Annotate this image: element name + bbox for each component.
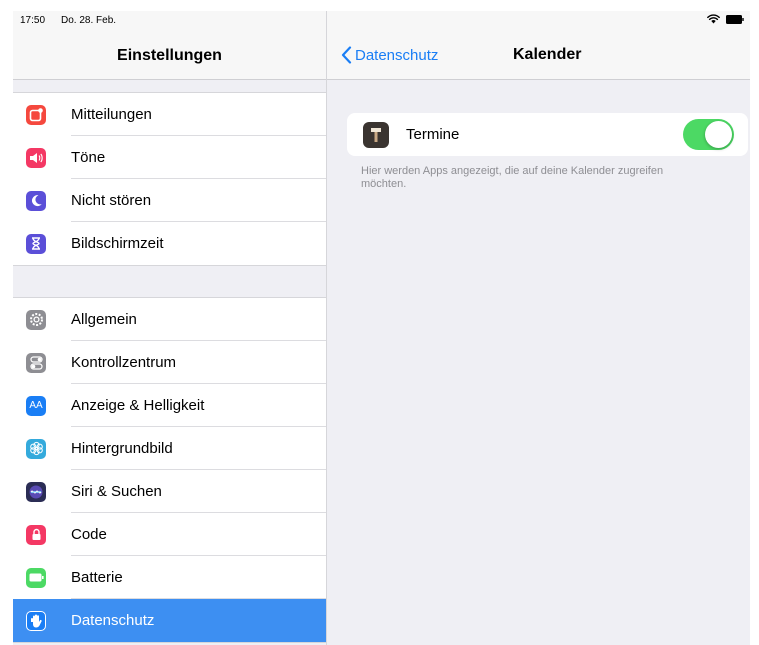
- sidebar-item-toene[interactable]: Töne: [13, 136, 326, 179]
- battery-icon: [26, 567, 46, 588]
- switches-icon: [26, 352, 46, 373]
- sidebar-item-datenschutz[interactable]: Datenschutz: [13, 599, 326, 642]
- sidebar-item-mitteilungen[interactable]: Mitteilungen: [13, 93, 326, 136]
- back-button[interactable]: Datenschutz: [341, 46, 438, 64]
- app-row-termine[interactable]: Termine: [347, 113, 748, 156]
- status-bar: 17:50 Do. 28. Feb.: [13, 11, 750, 29]
- notifications-icon: [26, 104, 46, 125]
- sidebar-item-nicht-stoeren[interactable]: Nicht stören: [13, 179, 326, 222]
- page-title: Kalender: [513, 46, 582, 63]
- sidebar-item-label: Batterie: [71, 569, 123, 586]
- back-button-label: Datenschutz: [355, 46, 439, 64]
- display-icon: AA: [26, 395, 46, 416]
- sidebar-item-bildschirmzeit[interactable]: Bildschirmzeit: [13, 222, 326, 265]
- sidebar-item-siri-suchen[interactable]: Siri & Suchen: [13, 470, 326, 513]
- sidebar-item-label: Kontrollzentrum: [71, 354, 177, 371]
- battery-status-icon: [726, 14, 744, 24]
- settings-group-1: Mitteilungen Töne Nicht stören Bildschir…: [13, 92, 326, 266]
- detail-pane: Datenschutz Kalender Termine Hier werden…: [327, 11, 750, 645]
- chevron-left-icon: [341, 46, 352, 64]
- sounds-icon: [26, 147, 46, 168]
- sidebar-item-kontrollzentrum[interactable]: Kontrollzentrum: [13, 341, 326, 384]
- termine-app-icon: [363, 121, 389, 148]
- settings-group-2: Allgemein Kontrollzentrum AA Anzeige & H…: [13, 297, 326, 643]
- wifi-icon: [707, 14, 720, 24]
- sidebar-item-label: Bildschirmzeit: [71, 235, 164, 252]
- hourglass-icon: [26, 233, 46, 254]
- sidebar-item-label: Töne: [71, 149, 106, 166]
- sidebar-item-label: Code: [71, 526, 107, 543]
- toggle-knob: [705, 121, 732, 148]
- sidebar-item-label: Nicht stören: [71, 192, 152, 209]
- app-row-label: Termine: [406, 126, 460, 143]
- sidebar-item-batterie[interactable]: Batterie: [13, 556, 326, 599]
- sidebar-item-allgemein[interactable]: Allgemein: [13, 298, 326, 341]
- sidebar-item-label: Allgemein: [71, 311, 137, 328]
- sidebar-item-label: Datenschutz: [71, 612, 155, 629]
- screen: Einstellungen Mitteilungen Töne Nicht st…: [13, 11, 750, 645]
- sidebar-title: Einstellungen: [117, 47, 222, 64]
- wallpaper-icon: [26, 438, 46, 459]
- sidebar-item-anzeige-helligkeit[interactable]: AA Anzeige & Helligkeit: [13, 384, 326, 427]
- status-right: [707, 14, 744, 24]
- lock-icon: [26, 524, 46, 545]
- sidebar-item-label: Mitteilungen: [71, 106, 152, 123]
- sidebar: Einstellungen Mitteilungen Töne Nicht st…: [13, 11, 327, 645]
- status-time: 17:50: [20, 15, 46, 26]
- gear-icon: [26, 309, 46, 330]
- siri-icon: [26, 481, 46, 502]
- footnote: Hier werden Apps angezeigt, die auf dein…: [361, 165, 664, 190]
- sidebar-item-label: Hintergrundbild: [71, 440, 173, 457]
- termine-toggle[interactable]: [683, 119, 734, 150]
- sidebar-item-code[interactable]: Code: [13, 513, 326, 556]
- status-date: Do. 28. Feb.: [61, 15, 117, 26]
- sidebar-item-hintergrundbild[interactable]: Hintergrundbild: [13, 427, 326, 470]
- moon-icon: [26, 190, 46, 211]
- sidebar-item-label: Anzeige & Helligkeit: [71, 397, 205, 414]
- sidebar-item-label: Siri & Suchen: [71, 483, 162, 500]
- hand-icon: [26, 610, 46, 631]
